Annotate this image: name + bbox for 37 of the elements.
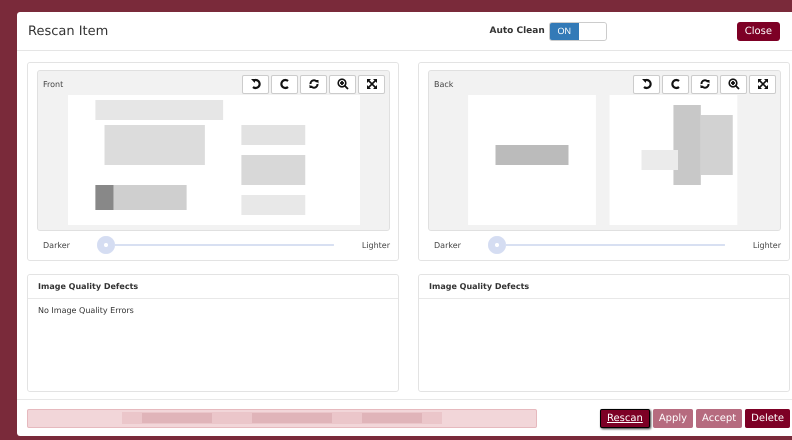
rotate-right-icon: [670, 78, 682, 90]
defects-title: Image Quality Defects: [419, 275, 789, 299]
lighter-label: Lighter: [362, 240, 390, 250]
expand-icon: [756, 78, 768, 90]
expand-button[interactable]: [749, 74, 776, 94]
rotate-right-button[interactable]: [271, 74, 298, 94]
darker-label: Darker: [43, 240, 70, 250]
zoom-in-icon: [336, 78, 348, 90]
rotate-left-button[interactable]: [242, 74, 269, 94]
side-label: Front: [43, 80, 64, 88]
auto-clean-toggle[interactable]: ON: [548, 22, 607, 40]
action-button[interactable]: Rescan: [600, 408, 650, 428]
action-button[interactable]: Delete: [745, 408, 790, 428]
defects-message: No Image Quality Errors: [37, 305, 135, 317]
expand-button[interactable]: [358, 74, 385, 94]
side-label: Back: [434, 80, 454, 88]
close-button[interactable]: Close: [736, 22, 780, 40]
expand-icon: [366, 78, 378, 90]
slider-thumb[interactable]: [96, 236, 115, 254]
zoom-in-button[interactable]: [329, 74, 356, 94]
refresh-button[interactable]: [300, 74, 327, 94]
rotate-left-button[interactable]: [633, 74, 660, 94]
rotate-right-button[interactable]: [662, 74, 689, 94]
rotate-right-icon: [278, 78, 290, 90]
refresh-button[interactable]: [691, 74, 718, 94]
lighter-label: Lighter: [752, 240, 781, 250]
auto-clean-label: Auto Clean: [489, 26, 545, 36]
zoom-in-icon: [728, 78, 740, 90]
dialog-title: Rescan Item: [28, 24, 110, 38]
refresh-icon: [308, 78, 320, 90]
rotate-left-icon: [250, 78, 262, 90]
zoom-in-button[interactable]: [720, 74, 747, 94]
rotate-left-icon: [640, 78, 652, 90]
darker-label: Darker: [434, 240, 461, 250]
refresh-icon: [698, 78, 710, 90]
defects-title: Image Quality Defects: [28, 275, 398, 299]
slider-thumb[interactable]: [488, 236, 506, 254]
